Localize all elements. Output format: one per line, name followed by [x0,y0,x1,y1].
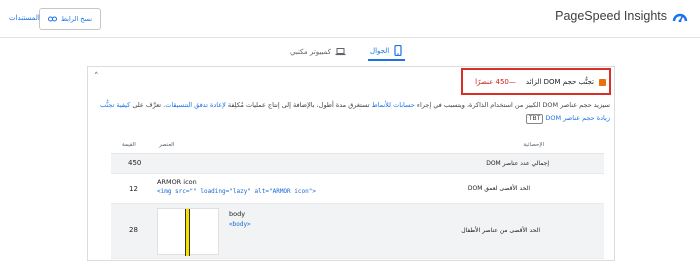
table-row[interactable]: 28 body <body> الحد الأقصى من عناصر الأط… [111,204,604,259]
laptop-icon [335,48,346,56]
element-snippet: <body> [229,221,251,228]
brand-title: PageSpeed Insights [555,9,667,23]
row-stat: الحد الأقصى من عناصر الأطفال [461,227,540,234]
table-row: 450 إجمالي عدد عناصر DOM [111,154,604,174]
audit-title: تجنُّب حجم DOM الزائد [525,78,594,86]
audit-header[interactable]: تجنُّب حجم DOM الزائد —450 عنصرًا [475,78,594,86]
pagespeed-logo-icon [672,13,688,22]
dom-stats-table: القيمة العنصر الإحصائية 450 إجمالي عدد ع… [111,135,604,259]
phone-icon [394,45,402,56]
desc-text-3: . تعرَّف على [130,101,166,109]
header-stat: الإحصائية [523,142,544,148]
header-value: القيمة [122,142,136,148]
tbt-badge: TBT [525,114,544,124]
element-screenshot [157,208,219,256]
top-bar: PageSpeed Insights نسخ الرابط المستندات [0,0,700,38]
docs-link[interactable]: المستندات [9,14,40,22]
copy-link-label: نسخ الرابط [61,15,93,23]
warning-square-icon [599,79,606,86]
element-name: ARMOR icon [157,178,197,186]
desc-text-1: سيزيد حجم عناصر DOM الكبير من استخدام ال… [414,101,610,109]
tab-mobile-label: الجوال [370,46,390,55]
link-icon [48,16,57,22]
audit-panel: ˄ تجنُّب حجم DOM الزائد —450 عنصرًا سيزي… [87,66,615,261]
table-row[interactable]: 12 ARMOR icon <img src="" loading="lazy"… [111,174,604,204]
row-stat: الحد الأقصى لعمق DOM [467,185,530,192]
style-calc-link[interactable]: حسابات للأنماط [372,101,415,109]
device-tabs: الجوال كمبيوتر مكتبي [0,38,700,64]
tab-desktop[interactable]: كمبيوتر مكتبي [290,42,346,61]
tab-desktop-label: كمبيوتر مكتبي [290,47,331,56]
row-value: 28 [129,226,138,234]
audit-description: سيزيد حجم عناصر DOM الكبير من استخدام ال… [96,99,610,125]
element-snippet: <img src="" loading="lazy" alt="ARMOR ic… [157,188,316,195]
row-value: 12 [129,185,138,193]
row-stat: إجمالي عدد عناصر DOM [486,160,549,167]
header-element: العنصر [159,142,175,148]
tab-mobile[interactable]: الجوال [368,42,406,61]
row-value: 450 [128,159,142,167]
element-name: body [229,210,246,218]
reflow-link[interactable]: لإعادة تدفق التنسيقات [165,101,226,109]
desc-text-2: تستغرق مدة أطول، بالإضافة إلى إنتاج عملي… [225,101,372,109]
table-header: القيمة العنصر الإحصائية [111,135,604,154]
copy-link-button[interactable]: نسخ الرابط [39,8,102,30]
brand[interactable]: PageSpeed Insights [555,9,688,23]
audit-value: —450 عنصرًا [475,78,516,86]
chevron-up-icon[interactable]: ˄ [94,72,99,82]
